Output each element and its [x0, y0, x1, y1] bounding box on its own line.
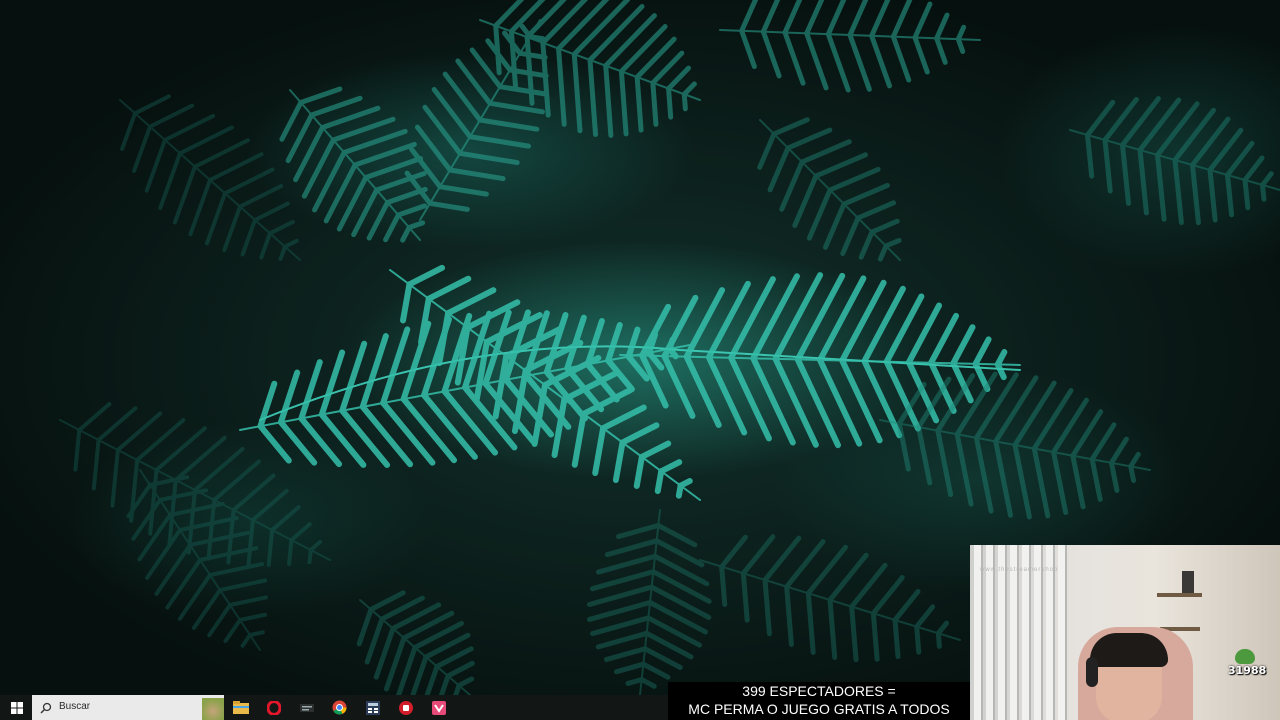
points-counter: 31988: [1228, 664, 1267, 677]
opera-browser-icon[interactable]: [257, 695, 290, 720]
streamer-hair: [1090, 633, 1168, 667]
wall-shelf: [1157, 593, 1202, 597]
pink-app-icon[interactable]: [422, 695, 455, 720]
goal-reward-text: MC PERMA O JUEGO GRATIS A TODOS: [688, 701, 950, 717]
search-icon: [40, 702, 52, 714]
app-icon[interactable]: [290, 695, 323, 720]
search-placeholder: Buscar: [59, 701, 91, 712]
file-explorer-icon[interactable]: [224, 695, 257, 720]
headset-icon: [1086, 657, 1098, 687]
windows-start-icon[interactable]: [0, 695, 33, 720]
stream-goal-overlay: 399 ESPECTADORES = MC PERMA O JUEGO GRAT…: [668, 682, 970, 720]
webcam-watermark: www.thestreamershop: [980, 567, 1059, 573]
viewer-count-text: 399 ESPECTADORES =: [742, 683, 896, 699]
shelf-figure: [1182, 571, 1194, 593]
taskbar-search-box[interactable]: Buscar: [32, 695, 224, 720]
red-app-icon[interactable]: [389, 695, 422, 720]
chrome-browser-icon[interactable]: [323, 695, 356, 720]
search-highlight-image: [202, 698, 224, 720]
webcam-overlay: www.thestreamershop 31988: [970, 545, 1280, 720]
pepe-emote-icon: [1235, 649, 1255, 664]
calculator-icon[interactable]: [356, 695, 389, 720]
